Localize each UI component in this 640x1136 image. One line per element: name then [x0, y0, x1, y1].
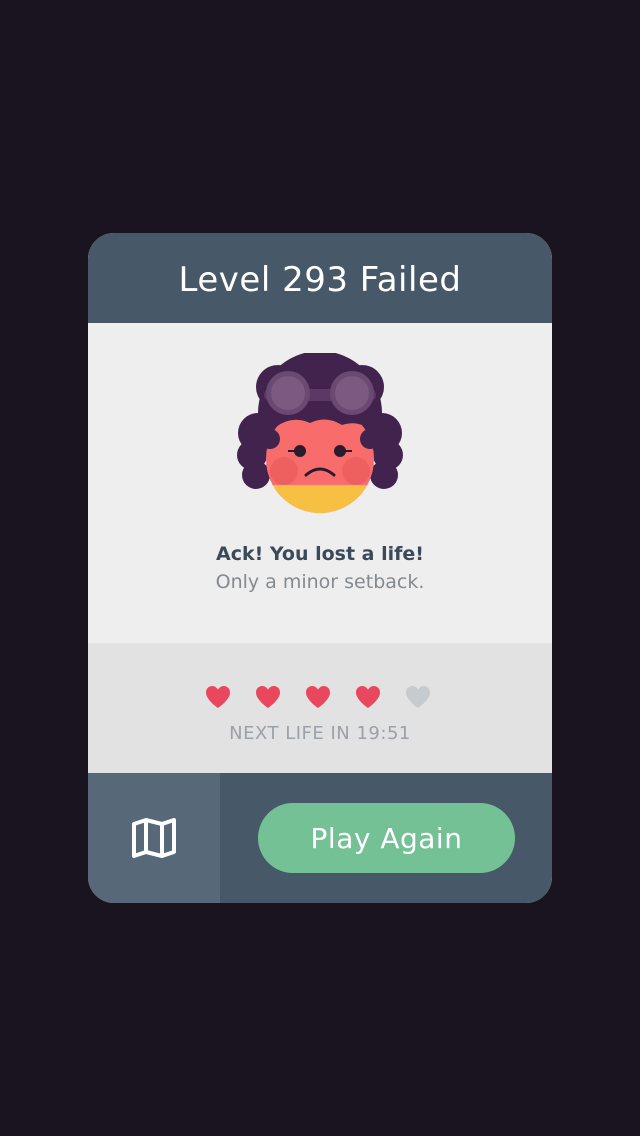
- dialog-title: Level 293 Failed: [178, 260, 462, 300]
- play-again-button[interactable]: Play Again: [258, 803, 515, 873]
- heart-filled-icon: [206, 686, 230, 708]
- heart-filled-icon: [356, 686, 380, 708]
- sad-character-avatar: [237, 353, 403, 513]
- next-life-timer: NEXT LIFE IN 19:51: [229, 723, 411, 744]
- lost-life-message: Ack! You lost a life!: [216, 543, 424, 565]
- level-failed-dialog: Level 293 Failed Ack! You lost a life! O…: [88, 233, 552, 903]
- map-button[interactable]: [88, 773, 220, 903]
- setback-message: Only a minor setback.: [215, 571, 425, 593]
- map-icon: [132, 818, 176, 858]
- dialog-footer: Play Again: [88, 773, 552, 903]
- dialog-body: Ack! You lost a life! Only a minor setba…: [88, 323, 552, 643]
- heart-empty-icon: [406, 686, 430, 708]
- heart-filled-icon: [256, 686, 280, 708]
- dialog-header: Level 293 Failed: [88, 233, 552, 323]
- lives-panel: NEXT LIFE IN 19:51: [88, 643, 552, 773]
- hearts-row: [205, 685, 431, 709]
- heart-filled-icon: [306, 686, 330, 708]
